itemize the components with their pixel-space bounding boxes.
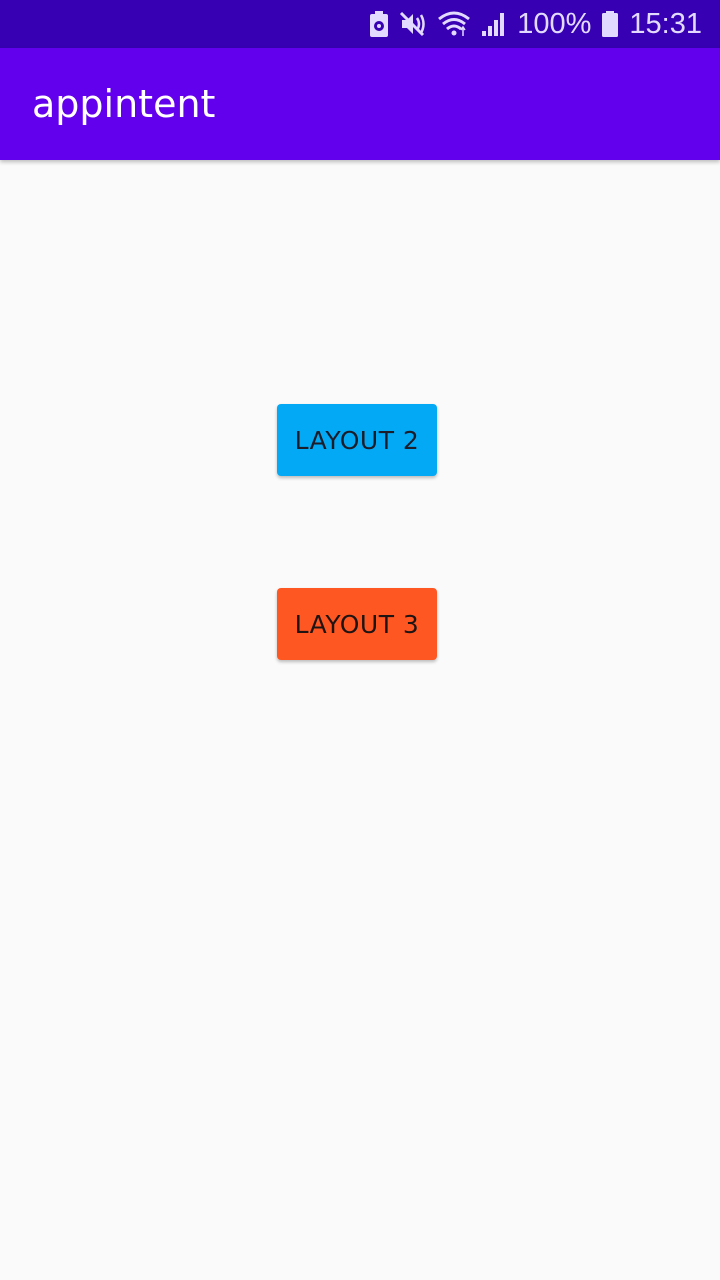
layout-3-button[interactable]: LAYOUT 3: [277, 588, 437, 660]
app-title: appintent: [32, 82, 216, 126]
battery-icon: [601, 0, 619, 48]
clock: 15:31: [629, 8, 702, 40]
battery-saver-icon: [369, 0, 389, 48]
app-bar: appintent: [0, 48, 720, 160]
layout-2-button[interactable]: LAYOUT 2: [277, 404, 437, 476]
status-bar: 100% 15:31: [0, 0, 720, 48]
battery-percent: 100%: [517, 8, 592, 40]
mute-icon: [399, 0, 427, 48]
main-content: LAYOUT 2 LAYOUT 3: [0, 160, 720, 1280]
signal-icon: [481, 0, 507, 48]
wifi-icon: [437, 0, 471, 48]
